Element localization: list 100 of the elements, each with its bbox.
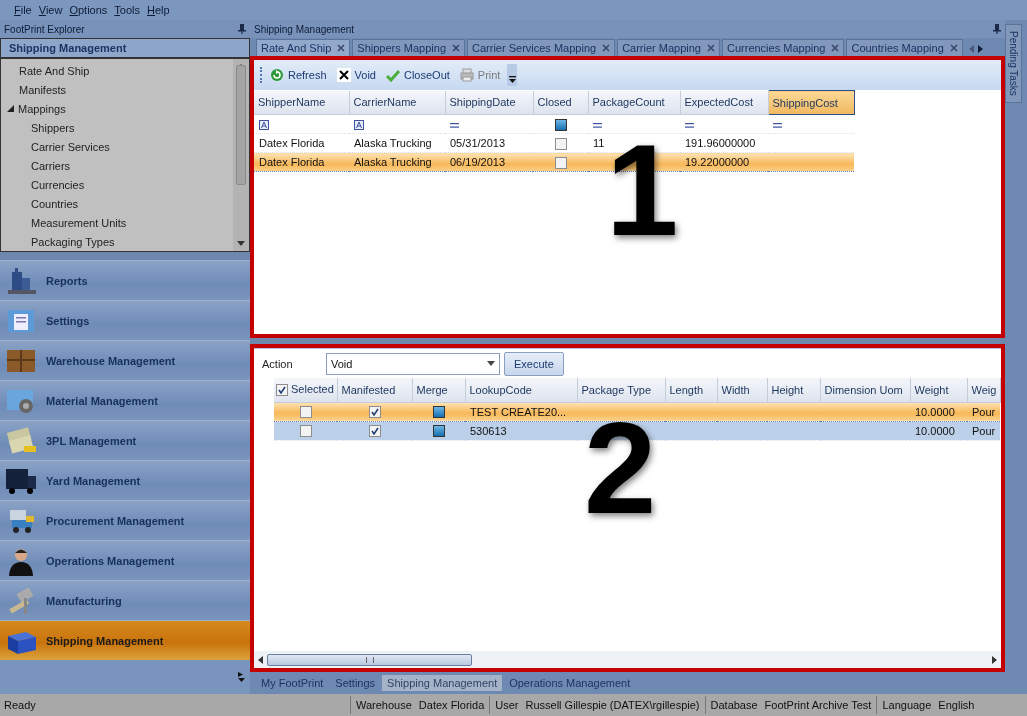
filter-icon [259, 120, 269, 131]
scroll-right-icon [977, 45, 983, 53]
table-cell: 05/31/2013 [445, 133, 533, 153]
checkbox[interactable] [299, 425, 312, 438]
close-icon [452, 44, 460, 52]
column-header[interactable]: Closed [533, 90, 588, 115]
toolbar-button[interactable]: CloseOut [382, 66, 453, 84]
module-button[interactable]: Settings [0, 300, 250, 340]
checkbox[interactable] [554, 118, 567, 131]
column-header[interactable]: Height [767, 378, 820, 402]
table-cell: 19.22000000 [680, 152, 768, 172]
column-header[interactable]: Manifested [337, 378, 412, 402]
tree-item[interactable]: Packaging Types [1, 232, 233, 251]
tree-item[interactable]: Manifests [1, 80, 233, 99]
overflow-button[interactable] [507, 64, 518, 86]
column-header[interactable]: Weig [967, 378, 1000, 402]
arrow-icon [237, 241, 245, 247]
caret-icon [487, 361, 495, 366]
menu-item[interactable]: Tools [114, 4, 140, 16]
column-header[interactable]: Merge [412, 378, 465, 402]
checkbox[interactable] [299, 406, 312, 419]
bottom-tab[interactable]: Shipping Management [382, 675, 503, 691]
tree-item[interactable]: Rate And Ship [1, 61, 233, 80]
table-row[interactable]: TEST CREATE20... 10.0000 Pour [274, 402, 1000, 421]
column-header[interactable]: ExpectedCost [680, 90, 768, 115]
tree-item[interactable]: Measurement Units [1, 213, 233, 232]
arrow-icon [258, 655, 263, 664]
column-header[interactable]: Length [665, 378, 717, 402]
tree-item[interactable]: Countries [1, 194, 233, 213]
tree-item[interactable]: Mappings [18, 102, 66, 115]
money-icon [4, 425, 38, 456]
side-tab[interactable]: Pending Tasks [1005, 24, 1022, 103]
checkbox[interactable] [554, 137, 567, 150]
document-tab[interactable]: Carrier Services Mapping [467, 39, 616, 56]
bottom-tab[interactable]: Operations Management [504, 675, 636, 691]
column-header[interactable]: LookupCode [465, 378, 577, 402]
column-header[interactable]: ShipperName [254, 90, 349, 115]
status-value: English [938, 699, 975, 711]
menu-item[interactable]: Options [69, 4, 108, 16]
module-button[interactable]: Manufacturing [0, 580, 250, 620]
module-button[interactable]: 3PL Management [0, 420, 250, 460]
checkbox[interactable] [432, 425, 445, 438]
column-header[interactable]: CarrierName [349, 90, 445, 115]
document-tab[interactable]: Currencies Mapping [722, 39, 845, 56]
module-button[interactable]: Procurement Management [0, 500, 250, 540]
tree-item[interactable]: Carrier Services [1, 137, 233, 156]
tree-item[interactable]: Currencies [1, 175, 233, 194]
table-cell: 06/19/2013 [445, 152, 533, 172]
checkbox[interactable] [276, 384, 288, 397]
table-cell: 530613 [465, 421, 577, 440]
action-dropdown[interactable]: Void [326, 352, 500, 375]
menu-item[interactable]: File [14, 4, 32, 16]
column-header[interactable]: Weight [910, 378, 967, 402]
checkbox[interactable] [368, 406, 381, 419]
status-value: Russell Gillespie (DATEX\rgillespie) [525, 699, 700, 711]
status-label: Language [882, 699, 932, 711]
status-value: Datex Florida [418, 699, 485, 711]
column-header[interactable]: Width [717, 378, 767, 402]
scrollbar[interactable] [233, 59, 249, 251]
menu-item[interactable]: View [38, 4, 63, 16]
tree-item[interactable]: Carriers [1, 156, 233, 175]
module-button[interactable]: Shipping Management [0, 620, 250, 660]
column-header[interactable]: ShippingCost [768, 90, 854, 115]
document-tab[interactable]: Carrier Mapping [617, 39, 720, 56]
close-icon [831, 44, 840, 52]
toolbar-button[interactable]: Refresh [267, 66, 330, 84]
checkbox[interactable] [432, 406, 445, 419]
table-cell: 191.96000000 [680, 133, 768, 153]
module-button[interactable]: Yard Management [0, 460, 250, 500]
pin-icon [993, 24, 1001, 34]
close-icon [949, 44, 958, 52]
horizontal-scrollbar[interactable] [254, 651, 1001, 668]
bottom-tab[interactable]: My FootPrint [256, 675, 329, 691]
document-tab[interactable]: Rate And Ship [256, 39, 351, 56]
document-tab[interactable]: Countries Mapping [846, 39, 963, 56]
toolbar-button[interactable]: Void [333, 66, 379, 84]
close-icon [602, 44, 611, 52]
equals-icon [450, 122, 459, 128]
caret-icon [508, 76, 516, 83]
bottom-tab[interactable]: Settings [330, 675, 381, 691]
column-header[interactable]: Dimension Uom [820, 378, 910, 402]
module-button[interactable]: Operations Management [0, 540, 250, 580]
status-value: FootPrint Archive Test [764, 699, 872, 711]
arrow-icon [992, 655, 997, 664]
module-button[interactable]: Reports [0, 260, 250, 300]
module-button[interactable]: Warehouse Management [0, 340, 250, 380]
checkbox[interactable] [368, 425, 381, 438]
document-tab[interactable]: Shippers Mapping [352, 39, 465, 56]
column-header[interactable]: PackageCount [588, 90, 680, 115]
refresh-icon [270, 68, 284, 82]
column-header[interactable]: Package Type [577, 378, 665, 402]
execute-button[interactable]: Execute [504, 351, 564, 376]
checkmark-icon [385, 68, 400, 82]
module-button[interactable]: Material Management [0, 380, 250, 420]
tree-item[interactable]: Shippers [1, 118, 233, 137]
close-icon [337, 44, 346, 52]
column-header[interactable]: ShippingDate [445, 90, 533, 115]
status-label: Warehouse [356, 699, 412, 711]
checkbox[interactable] [554, 156, 567, 169]
menu-item[interactable]: Help [147, 4, 170, 16]
